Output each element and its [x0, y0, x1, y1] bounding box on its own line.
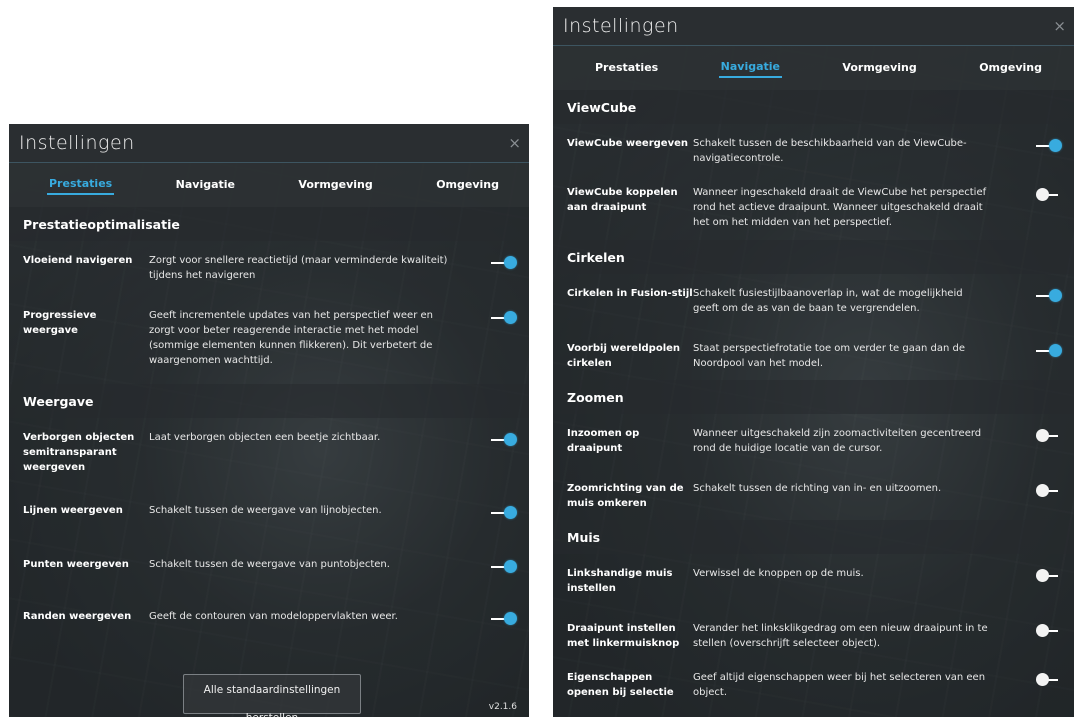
close-icon[interactable]: ×	[508, 134, 529, 152]
toggle-switch[interactable]	[1036, 624, 1062, 638]
setting-row: Zoomrichting van de muis omkeren Schakel…	[553, 469, 1074, 520]
settings-content: Prestatieoptimalisatie Vloeiend navigere…	[9, 207, 529, 639]
setting-label: Randen weergeven	[23, 611, 132, 622]
section-heading: Cirkelen	[553, 240, 1074, 274]
setting-description: Laat verborgen objecten een beetje zicht…	[149, 432, 381, 443]
setting-row: Progressieve weergave Geeft incrementele…	[9, 296, 529, 384]
toggle-switch[interactable]	[1036, 188, 1062, 202]
settings-panel-performance: Instellingen × Prestaties Navigatie Vorm…	[9, 124, 529, 717]
toggle-switch[interactable]	[491, 311, 517, 325]
panel-title: Instellingen	[19, 132, 135, 154]
setting-label: ViewCube weergeven	[567, 138, 688, 149]
setting-description: Zorgt voor snellere reactietijd (maar ve…	[149, 255, 448, 281]
setting-description: Wanneer uitgeschakeld zijn zoomactivitei…	[693, 428, 982, 454]
setting-label: Verborgen objecten semitransparant weerg…	[23, 432, 135, 473]
titlebar: Instellingen ×	[9, 124, 529, 163]
setting-label: Draaipunt instellen met linkermuisknop	[567, 623, 680, 649]
version-label: v2.1.6	[488, 702, 517, 712]
setting-row: Randen weergeven Geeft de contouren van …	[9, 599, 529, 639]
setting-row: ViewCube koppelen aan draaipunt Wanneer …	[553, 173, 1074, 240]
reset-button-label: Alle standaardinstellingen	[203, 684, 341, 696]
tab-navigatie[interactable]: Navigatie	[718, 58, 782, 78]
section-heading: Prestatieoptimalisatie	[9, 207, 529, 241]
setting-row: Draaipunt instellen met linkermuisknop V…	[553, 609, 1074, 658]
titlebar: Instellingen ×	[553, 7, 1074, 46]
setting-label: Inzoomen op draaipunt	[567, 428, 640, 454]
setting-label: ViewCube koppelen aan draaipunt	[567, 187, 678, 213]
reset-button-label-2: herstellen	[184, 711, 360, 717]
setting-description: Schakelt tussen de weergave van lijnobje…	[149, 505, 382, 516]
setting-description: Geef altijd eigenschappen weer bij het s…	[693, 672, 986, 698]
panel-title: Instellingen	[563, 15, 679, 37]
setting-description: Staat perspectiefrotatie toe om verder t…	[693, 343, 965, 369]
toggle-switch[interactable]	[1036, 344, 1062, 358]
setting-row: Cirkelen in Fusion-stijl Schakelt fusies…	[553, 274, 1074, 329]
setting-row: Linkshandige muis instellen Verwissel de…	[553, 554, 1074, 609]
close-icon[interactable]: ×	[1053, 17, 1074, 35]
setting-row: Verborgen objecten semitransparant weerg…	[9, 418, 529, 483]
setting-description: Schakelt tussen de weergave van puntobje…	[149, 559, 390, 570]
tab-vormgeving[interactable]: Vormgeving	[840, 59, 918, 77]
setting-description: Wanneer ingeschakeld draait de ViewCube …	[693, 187, 987, 228]
section-heading: Muis	[553, 520, 1074, 554]
setting-label: Lijnen weergeven	[23, 505, 123, 516]
section-heading: ViewCube	[553, 90, 1074, 124]
tab-omgeving[interactable]: Omgeving	[434, 176, 501, 194]
setting-description: Schakelt tussen de richting van in- en u…	[693, 483, 942, 494]
tab-prestaties[interactable]: Prestaties	[593, 59, 660, 77]
setting-row: Inzoomen op draaipunt Wanneer uitgeschak…	[553, 414, 1074, 469]
setting-row: Vloeiend navigeren Zorgt voor snellere r…	[9, 241, 529, 296]
toggle-switch[interactable]	[491, 433, 517, 447]
toggle-switch[interactable]	[1036, 484, 1062, 498]
setting-row: Lijnen weergeven Schakelt tussen de weer…	[9, 483, 529, 547]
setting-description: Verander het linksklikgedrag om een nieu…	[693, 623, 988, 649]
settings-content: ViewCube ViewCube weergeven Schakelt tus…	[553, 90, 1074, 706]
setting-description: Geeft incrementele updates van het persp…	[149, 310, 433, 366]
tab-prestaties[interactable]: Prestaties	[47, 175, 115, 195]
setting-description: Geeft de contouren van modeloppervlakten…	[149, 611, 398, 622]
setting-row: Voorbij wereldpolen cirkelen Staat persp…	[553, 329, 1074, 380]
tab-navigatie[interactable]: Navigatie	[174, 176, 237, 194]
toggle-switch[interactable]	[491, 506, 517, 520]
toggle-switch[interactable]	[1036, 429, 1062, 443]
setting-label: Eigenschappen openen bij selectie	[567, 672, 674, 698]
section-heading: Zoomen	[553, 380, 1074, 414]
toggle-switch[interactable]	[491, 256, 517, 270]
setting-description: Schakelt tussen de beschikbaarheid van d…	[693, 138, 967, 164]
setting-row: Punten weergeven Schakelt tussen de weer…	[9, 547, 529, 599]
setting-label: Punten weergeven	[23, 559, 129, 570]
section-heading: Weergave	[9, 384, 529, 418]
toggle-switch[interactable]	[491, 612, 517, 626]
setting-label: Vloeiend navigeren	[23, 255, 133, 266]
setting-row: ViewCube weergeven Schakelt tussen de be…	[553, 124, 1074, 173]
tab-bar: Prestaties Navigatie Vormgeving Omgeving	[9, 163, 529, 207]
setting-description: Verwissel de knoppen op de muis.	[693, 568, 864, 579]
setting-row: Eigenschappen openen bij selectie Geef a…	[553, 658, 1074, 706]
settings-panel-navigation: Instellingen × Prestaties Navigatie Vorm…	[553, 7, 1074, 717]
setting-label: Linkshandige muis instellen	[567, 568, 673, 594]
toggle-switch[interactable]	[1036, 139, 1062, 153]
toggle-switch[interactable]	[1036, 289, 1062, 303]
tab-omgeving[interactable]: Omgeving	[977, 59, 1044, 77]
setting-label: Voorbij wereldpolen cirkelen	[567, 343, 681, 369]
reset-all-button[interactable]: Alle standaardinstellingen herstellen	[183, 674, 361, 717]
setting-label: Zoomrichting van de muis omkeren	[567, 483, 684, 509]
setting-description: Schakelt fusiestijlbaanoverlap in, wat d…	[693, 288, 963, 314]
toggle-switch[interactable]	[1036, 569, 1062, 583]
tab-bar: Prestaties Navigatie Vormgeving Omgeving	[553, 46, 1074, 90]
toggle-switch[interactable]	[491, 560, 517, 574]
tab-vormgeving[interactable]: Vormgeving	[296, 176, 374, 194]
setting-label: Cirkelen in Fusion-stijl	[567, 288, 693, 299]
toggle-switch[interactable]	[1036, 673, 1062, 687]
setting-label: Progressieve weergave	[23, 310, 97, 336]
